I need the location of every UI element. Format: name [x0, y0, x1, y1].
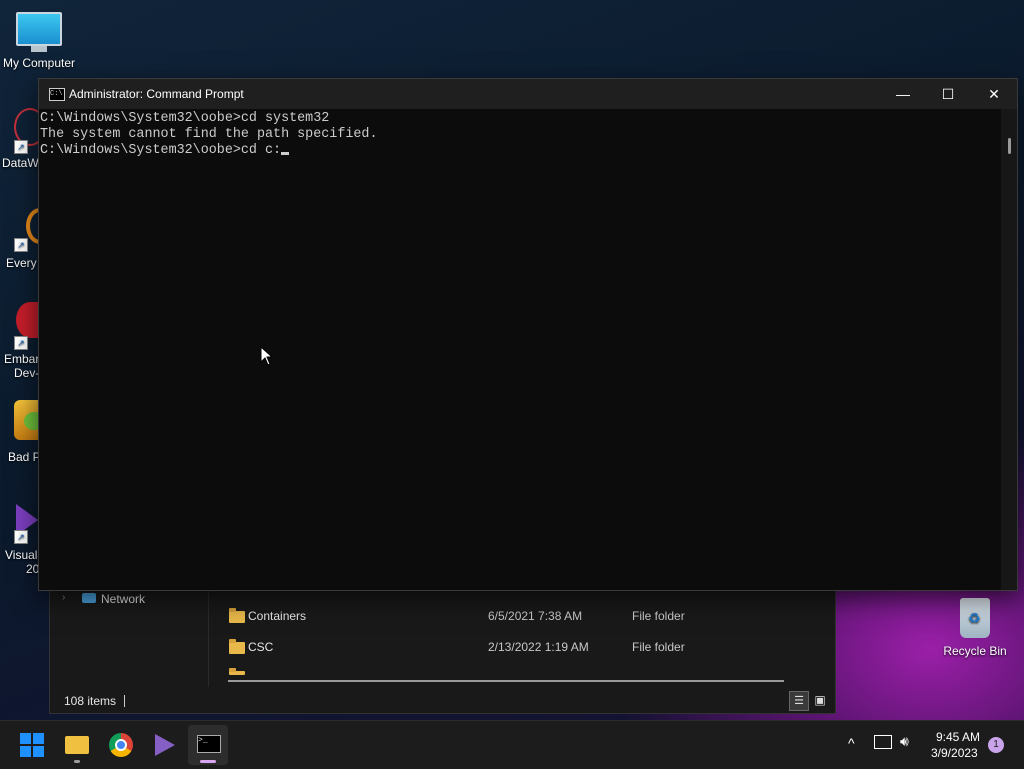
file-name: CSC — [248, 640, 274, 654]
file-explorer-window[interactable]: › Network Containers 6/5/2021 7:38 AM Fi… — [49, 586, 836, 714]
notification-badge[interactable]: 1 — [988, 737, 1004, 753]
file-name: Containers — [248, 609, 307, 623]
desktop-icon-label: Embar — [4, 352, 40, 366]
title-bar[interactable]: C:\ Administrator: Command Prompt — ☐ ✕ — [39, 79, 1017, 109]
file-date: 2/13/2022 1:19 AM — [488, 640, 589, 654]
command-prompt-window[interactable]: C:\ Administrator: Command Prompt — ☐ ✕ … — [38, 78, 1018, 591]
chrome-center — [115, 739, 127, 751]
volume-icon[interactable]: 🔊︎ — [900, 733, 909, 750]
nav-item-network[interactable]: Network — [101, 592, 145, 606]
shortcut-arrow-icon: ↗ — [14, 336, 28, 350]
cmd-icon: C:\ — [49, 88, 65, 101]
minimize-button[interactable]: — — [880, 79, 926, 109]
desktop-icon-label: Recycle Bin — [943, 644, 1007, 658]
folder-icon — [229, 639, 245, 654]
monitor-stand — [31, 46, 47, 52]
close-button[interactable]: ✕ — [971, 79, 1017, 109]
console-line: C:\Windows\System32\oobe>cd system32 — [40, 111, 330, 126]
horizontal-scrollbar[interactable] — [228, 680, 784, 682]
taskbar-command-prompt[interactable]: >_ — [188, 725, 228, 765]
file-type: File folder — [632, 609, 685, 623]
clock-time[interactable]: 9:45 AM — [936, 730, 980, 744]
explorer-nav-pane[interactable]: › Network — [50, 587, 209, 687]
desktop-icon-label: My Computer — [2, 56, 76, 70]
visual-studio-icon — [155, 734, 175, 756]
desktop-icon-label: DataW — [2, 156, 39, 170]
file-explorer-icon — [65, 736, 89, 754]
taskbar: >_ ^ 🔊︎ 9:45 AM 3/9/2023 1 — [0, 720, 1024, 769]
file-date: 6/5/2021 7:38 AM — [488, 609, 583, 623]
console-output[interactable]: C:\Windows\System32\oobe>cd system32 The … — [39, 109, 1001, 590]
desktop-icon-label: Bad P — [8, 450, 41, 464]
network-icon — [82, 593, 96, 603]
taskbar-visual-studio[interactable] — [145, 725, 185, 765]
shortcut-arrow-icon: ↗ — [14, 530, 28, 544]
window-title: Administrator: Command Prompt — [69, 87, 244, 101]
vertical-scrollbar[interactable] — [1001, 109, 1017, 590]
terminal-icon: >_ — [197, 735, 221, 753]
shortcut-arrow-icon: ↗ — [14, 238, 28, 252]
recycle-bin-icon: ♻ — [960, 598, 990, 638]
windows-logo-icon — [20, 733, 44, 757]
status-divider — [124, 695, 125, 707]
desktop-icon-recycle-bin[interactable]: ♻ Recycle Bin — [936, 596, 1014, 658]
desktop-icon-label: Every — [6, 256, 37, 270]
running-indicator — [74, 760, 80, 763]
active-indicator — [200, 760, 216, 763]
taskbar-file-explorer[interactable] — [57, 725, 97, 765]
desktop-icon-label: Visual — [5, 548, 38, 562]
start-button[interactable] — [12, 725, 52, 765]
maximize-button[interactable]: ☐ — [925, 79, 971, 109]
large-icons-view-button[interactable]: ▣ — [811, 691, 829, 709]
scrollbar-thumb[interactable] — [1008, 138, 1011, 154]
file-row[interactable]: Containers 6/5/2021 7:38 AM File folder — [210, 605, 830, 629]
taskbar-chrome[interactable] — [101, 725, 141, 765]
details-view-button[interactable]: ☰ — [789, 691, 809, 711]
desktop-icon-my-computer[interactable]: My Computer — [0, 8, 78, 70]
text-cursor — [281, 152, 290, 155]
mouse-pointer-icon — [260, 346, 274, 366]
file-row[interactable]: CSC 2/13/2022 1:19 AM File folder — [210, 636, 830, 660]
network-icon[interactable] — [874, 735, 892, 749]
desktop-icon-label: Dev- — [14, 366, 40, 380]
folder-icon — [229, 668, 245, 675]
status-item-count: 108 items — [64, 694, 117, 708]
console-line: The system cannot find the path specifie… — [40, 127, 378, 142]
chevron-right-icon[interactable]: › — [62, 592, 65, 603]
console-prompt-line[interactable]: C:\Windows\System32\oobe>cd c: — [40, 143, 1001, 159]
clock-date[interactable]: 3/9/2023 — [931, 746, 978, 760]
console-line: C:\Windows\System32\oobe>cd c: — [40, 143, 282, 158]
chevron-up-icon[interactable]: ^ — [848, 735, 855, 751]
file-type: File folder — [632, 640, 685, 654]
shortcut-arrow-icon: ↗ — [14, 140, 28, 154]
folder-icon — [229, 608, 245, 623]
monitor-icon — [16, 12, 62, 46]
